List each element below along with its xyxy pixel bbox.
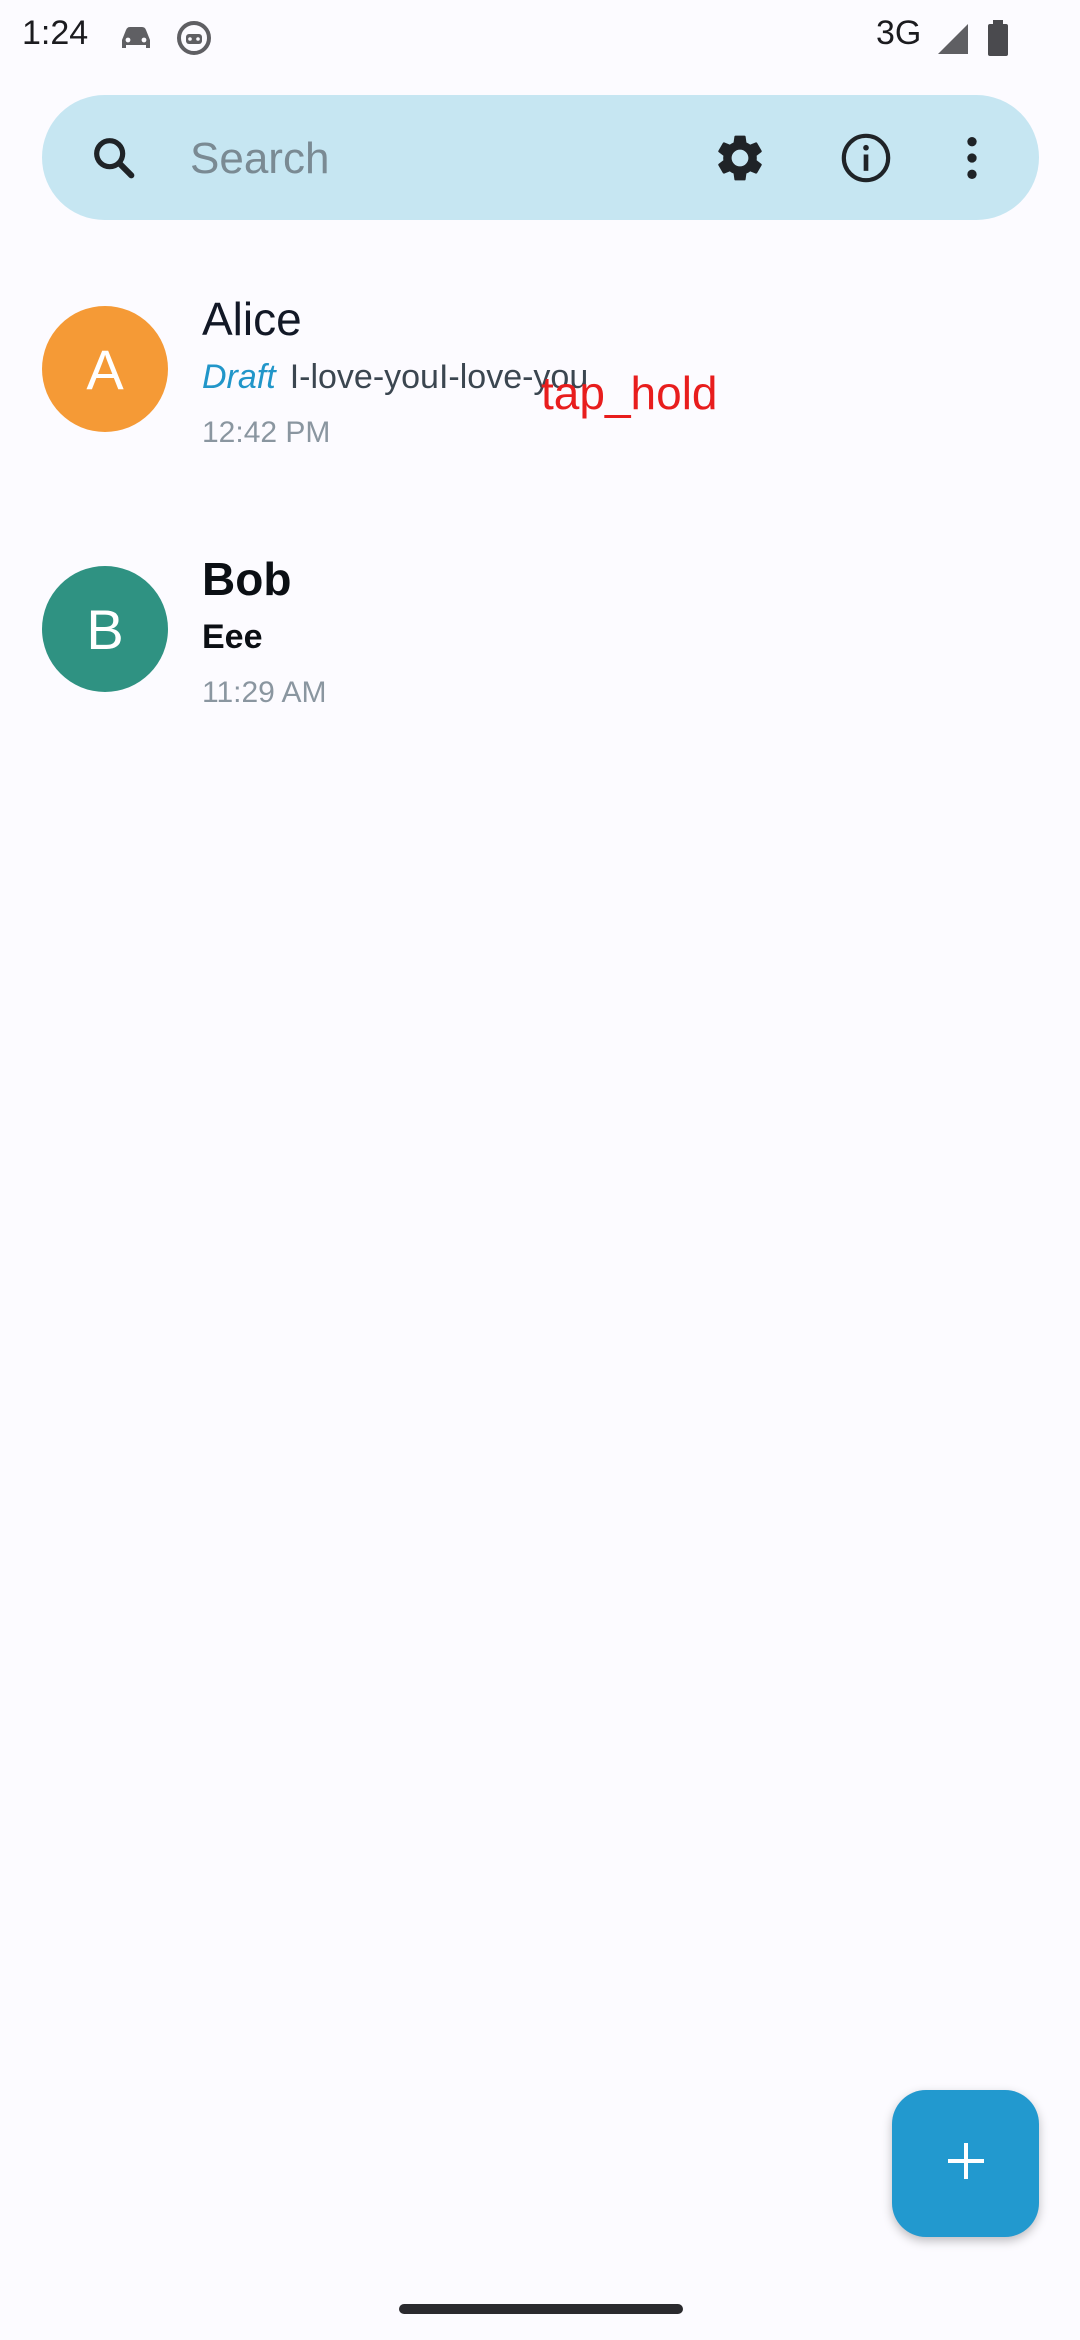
search-icon[interactable] <box>84 95 144 220</box>
avatar-letter: A <box>86 337 124 401</box>
search-input[interactable] <box>188 115 692 202</box>
more-vert-icon[interactable] <box>942 95 1002 220</box>
message-snippet: Eee <box>202 618 263 656</box>
conversation-item-alice[interactable]: A Alice Draft I-love-youI-love-you 12:42 … <box>0 293 1080 564</box>
home-indicator[interactable] <box>399 2304 683 2314</box>
avatar: A <box>42 306 168 432</box>
message-time: 11:29 AM <box>202 676 327 709</box>
signal-icon <box>934 18 974 58</box>
info-icon[interactable] <box>826 95 906 220</box>
avatar-letter: B <box>86 597 124 661</box>
status-bar: 1:24 3G <box>0 0 1080 76</box>
status-time: 1:24 <box>22 14 89 52</box>
contact-name: Bob <box>202 553 292 605</box>
settings-gear-icon[interactable] <box>700 95 780 220</box>
action-overlay-label: tap_hold <box>541 367 718 419</box>
search-bar <box>42 95 1039 220</box>
avatar: B <box>42 566 168 692</box>
new-conversation-button[interactable] <box>892 2090 1039 2237</box>
contact-name: Alice <box>202 293 302 345</box>
car-icon <box>116 18 156 58</box>
plus-icon <box>942 2137 990 2190</box>
message-snippet: Draft I-love-youI-love-you <box>202 358 588 397</box>
network-type: 3G <box>876 14 922 52</box>
battery-icon <box>984 18 1014 58</box>
draft-label: Draft <box>202 358 276 396</box>
message-time: 12:42 PM <box>202 416 331 449</box>
conversation-item-bob[interactable]: B Bob Eee 11:29 AM <box>0 553 1080 824</box>
android-icon <box>174 18 214 58</box>
